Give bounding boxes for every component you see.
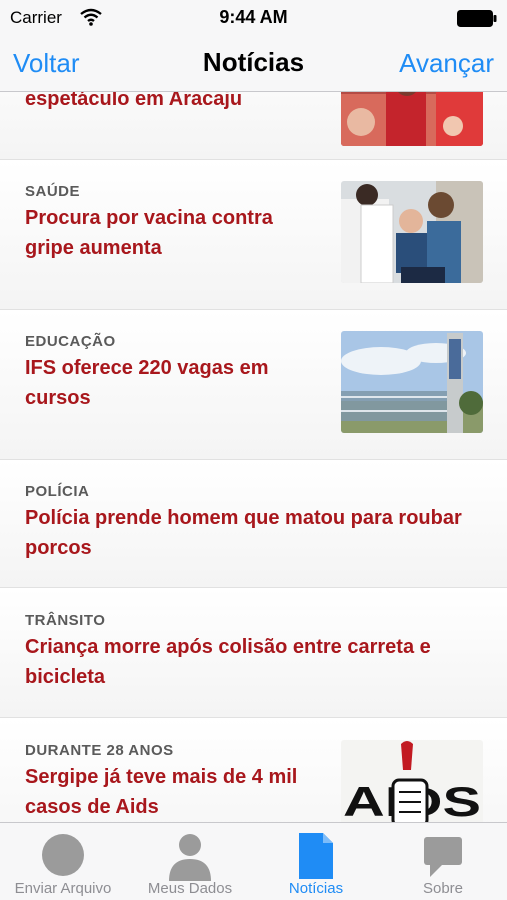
status-bar: Carrier 9:44 AM xyxy=(0,0,507,36)
circle-icon xyxy=(42,834,84,876)
vaccination-photo xyxy=(341,181,483,283)
news-category: DURANTE 28 ANOS xyxy=(25,742,174,759)
news-title: Polícia prende homem que matou para roub… xyxy=(25,507,462,559)
news-item[interactable]: TRÂNSITO Criança morre após colisão entr… xyxy=(0,588,507,718)
news-title: Criança morre após colisão entre carreta… xyxy=(25,636,431,688)
news-title: Sergipe já teve mais de 4 mil casos de A… xyxy=(25,766,298,818)
tab-label: Notícias xyxy=(288,880,344,897)
tab-meus-dados[interactable]: Meus Dados xyxy=(127,823,253,900)
news-item[interactable]: espetáculo em Aracaju xyxy=(0,92,507,160)
tab-label: Enviar Arquivo xyxy=(14,880,112,897)
news-item[interactable]: SAÚDE Procura por vacina contra gripe au… xyxy=(0,160,507,310)
crowd-photo xyxy=(341,92,483,146)
news-title: Procura por vacina contra gripe aumenta xyxy=(25,207,273,259)
tab-label: Sobre xyxy=(422,880,464,897)
document-icon xyxy=(299,833,333,879)
tab-bar: Enviar Arquivo Meus Dados Notícias Sobre xyxy=(0,822,507,900)
news-category: EDUCAÇÃO xyxy=(25,333,116,350)
news-title: IFS oferece 220 vagas em cursos xyxy=(25,357,269,409)
news-item[interactable]: DURANTE 28 ANOS Sergipe já teve mais de … xyxy=(0,718,507,822)
news-category: TRÂNSITO xyxy=(25,612,106,629)
status-time: 9:44 AM xyxy=(219,7,288,27)
news-item[interactable]: EDUCAÇÃO IFS oferece 220 vagas em cursos xyxy=(0,310,507,460)
news-title: espetáculo em Aracaju xyxy=(25,92,243,110)
battery-icon xyxy=(457,10,497,27)
person-icon xyxy=(169,834,211,881)
news-category: SAÚDE xyxy=(25,183,81,200)
news-category: POLÍCIA xyxy=(25,483,90,500)
speech-bubble-icon xyxy=(424,837,462,877)
campus-gate-photo xyxy=(341,331,483,433)
tab-noticias[interactable]: Notícias xyxy=(253,823,379,900)
news-item[interactable]: POLÍCIA Polícia prende homem que matou p… xyxy=(0,460,507,588)
forward-button[interactable]: Avançar xyxy=(399,48,494,79)
aids-campaign-photo: AIDS xyxy=(341,740,483,822)
tab-sobre[interactable]: Sobre xyxy=(380,823,506,900)
navigation-bar: Voltar Notícias Avançar xyxy=(0,36,507,92)
tab-enviar-arquivo[interactable]: Enviar Arquivo xyxy=(0,823,126,900)
tab-label: Meus Dados xyxy=(147,880,233,897)
news-list[interactable]: espetáculo em Aracaju SAÚDE Procura por … xyxy=(0,92,507,822)
